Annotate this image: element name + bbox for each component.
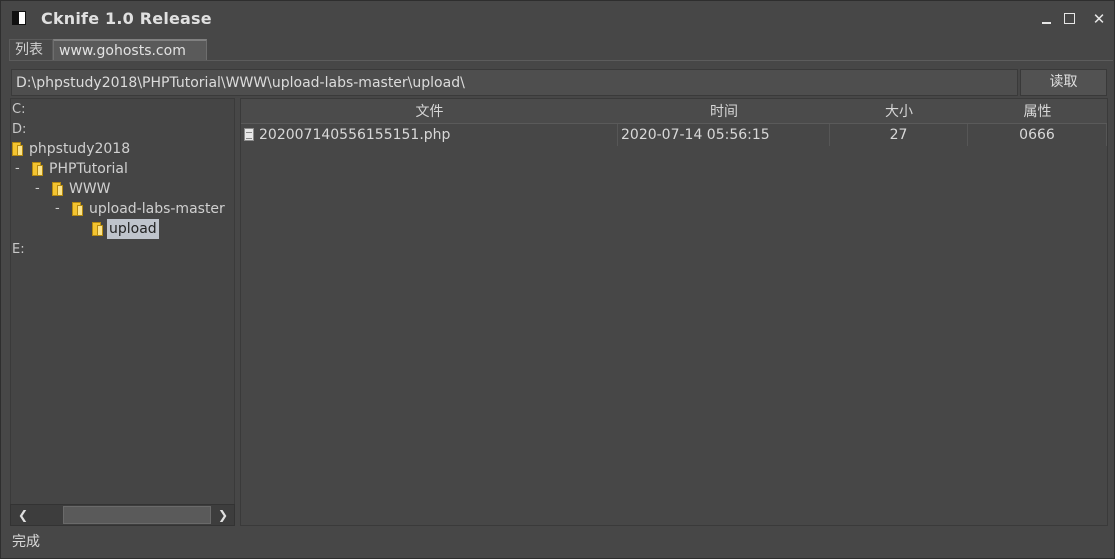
- maximize-icon: [1064, 13, 1075, 24]
- title-bar: Cknife 1.0 Release ✕: [1, 1, 1114, 37]
- scroll-right-icon[interactable]: ❯: [213, 506, 233, 524]
- folder-icon: [52, 182, 63, 196]
- folder-icon: [92, 222, 103, 236]
- table-header: 文件 时间 大小 属性: [241, 99, 1107, 124]
- table-row[interactable]: 202007140556155151.php 2020-07-14 05:56:…: [241, 124, 1107, 146]
- tab-site[interactable]: www.gohosts.com: [53, 39, 207, 60]
- scroll-thumb[interactable]: [63, 506, 211, 524]
- minimize-button[interactable]: [1038, 10, 1056, 28]
- column-header-time[interactable]: 时间: [618, 99, 830, 123]
- maximize-button[interactable]: [1060, 10, 1078, 28]
- file-icon: [244, 128, 254, 141]
- app-window: Cknife 1.0 Release ✕ 列表 www.gohosts.com …: [0, 0, 1115, 559]
- tree-drive-c[interactable]: C:: [12, 100, 25, 120]
- folder-icon: [32, 162, 43, 176]
- close-button[interactable]: ✕: [1090, 10, 1108, 28]
- minimize-icon: [1042, 22, 1051, 24]
- close-icon: ✕: [1092, 10, 1106, 28]
- app-icon: [12, 11, 26, 25]
- tree-item-label: phpstudy2018: [29, 141, 131, 157]
- collapse-icon[interactable]: -: [35, 179, 45, 199]
- window-title: Cknife 1.0 Release: [41, 9, 212, 28]
- tree-item-label: upload-labs-master: [89, 201, 225, 217]
- read-button[interactable]: 读取: [1020, 69, 1107, 96]
- scroll-left-icon[interactable]: ❮: [13, 506, 33, 524]
- tree-item-label-selected: upload: [107, 219, 159, 239]
- tab-divider: [9, 60, 1113, 61]
- path-input[interactable]: [11, 69, 1018, 96]
- tab-bar: 列表 www.gohosts.com: [1, 37, 1114, 61]
- file-name: 202007140556155151.php: [259, 127, 451, 143]
- tree-drive-e[interactable]: E:: [12, 240, 25, 260]
- tree-item-label: PHPTutorial: [49, 161, 128, 177]
- folder-icon: [72, 202, 83, 216]
- cell-size: 27: [830, 124, 968, 146]
- directory-tree[interactable]: C: D: phpstudy2018 - PHPTutorial - WWW -…: [10, 98, 235, 526]
- cell-attr: 0666: [968, 124, 1107, 146]
- collapse-icon[interactable]: -: [15, 159, 25, 179]
- column-header-attr[interactable]: 属性: [968, 99, 1107, 123]
- tree-drive-d[interactable]: D:: [12, 120, 26, 140]
- column-header-size[interactable]: 大小: [830, 99, 968, 123]
- status-text: 完成: [12, 534, 40, 550]
- tree-item-label: WWW: [69, 181, 111, 197]
- cell-file: 202007140556155151.php: [241, 124, 618, 146]
- column-header-file[interactable]: 文件: [241, 99, 618, 123]
- tree-horizontal-scrollbar[interactable]: ❮ ❯: [10, 504, 235, 526]
- file-table: 文件 时间 大小 属性 202007140556155151.php 2020-…: [240, 98, 1108, 526]
- collapse-icon[interactable]: -: [55, 199, 65, 219]
- tab-list[interactable]: 列表: [9, 39, 53, 60]
- cell-time: 2020-07-14 05:56:15: [618, 124, 830, 146]
- folder-icon: [12, 142, 23, 156]
